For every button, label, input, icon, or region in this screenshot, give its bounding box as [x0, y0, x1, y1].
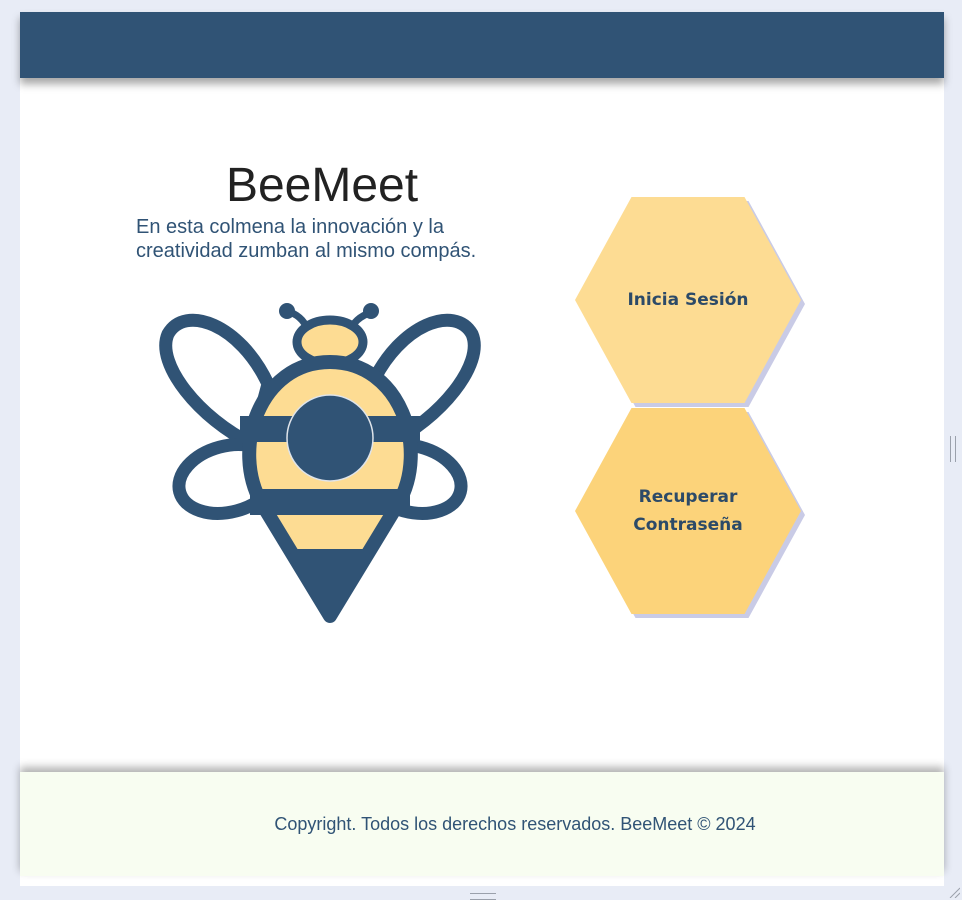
- horizontal-resize-handle[interactable]: [470, 893, 496, 900]
- copyright-text: Copyright. Todos los derechos reservados…: [274, 814, 756, 834]
- vertical-resize-handle[interactable]: [950, 436, 956, 462]
- top-navbar: [20, 12, 944, 78]
- recover-label-line2: Contraseña: [633, 515, 743, 535]
- resize-corner-icon[interactable]: [948, 886, 960, 898]
- footer: Copyright. Todos los derechos reservados…: [20, 772, 944, 876]
- main-content: BeeMeet En esta colmena la innovación y …: [20, 78, 944, 768]
- recover-label-line1: Recuperar: [638, 487, 738, 507]
- page-container: BeeMeet En esta colmena la innovación y …: [20, 12, 944, 886]
- page-title: BeeMeet: [225, 159, 419, 212]
- tagline: En esta colmena la innovación y la creat…: [136, 216, 477, 262]
- bee-logo-icon: [159, 303, 481, 623]
- recover-label: Recuperar Contraseña: [633, 483, 742, 539]
